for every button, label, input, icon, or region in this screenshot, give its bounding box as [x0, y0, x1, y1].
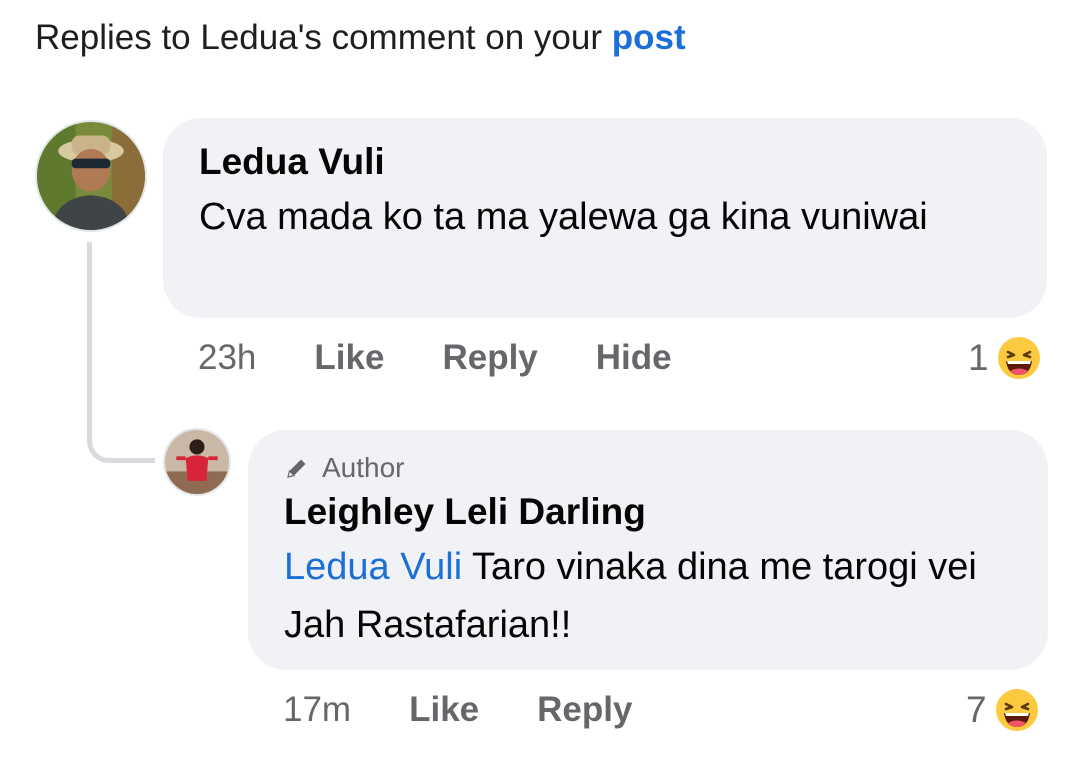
haha-emoji-icon [995, 335, 1042, 381]
avatar[interactable] [35, 120, 147, 232]
author-badge-label: Author [322, 452, 405, 483]
like-button[interactable]: Like [314, 338, 384, 378]
comment-bubble: Ledua Vuli Cva mada ko ta ma yalewa ga k… [163, 118, 1047, 318]
like-button[interactable]: Like [409, 690, 479, 730]
haha-emoji-icon [993, 687, 1040, 733]
reaction-count: 7 [966, 689, 987, 730]
avatar-ledua-image [37, 122, 145, 230]
reply-button[interactable]: Reply [442, 338, 537, 378]
reaction-count: 1 [968, 337, 989, 378]
reply-author-name[interactable]: Leighley Leli Darling [284, 490, 1012, 534]
pencil-icon [287, 459, 306, 478]
reply-bubble: Author Leighley Leli Darling Ledua Vuli … [248, 430, 1048, 670]
reply-button[interactable]: Reply [537, 690, 632, 730]
header-text: Replies to Ledua's comment on your [35, 18, 612, 57]
notification-header: Replies to Ledua's comment on your post [35, 18, 686, 58]
author-badge: Author [284, 448, 1012, 488]
mention-link[interactable]: Ledua Vuli [284, 546, 462, 588]
comment-author-name[interactable]: Ledua Vuli [199, 140, 1011, 184]
hide-button[interactable]: Hide [596, 338, 672, 378]
reply-timestamp[interactable]: 17m [283, 690, 351, 730]
post-link[interactable]: post [612, 18, 686, 57]
comment-reactions[interactable]: 1 [968, 334, 1043, 382]
thread-connector-line [87, 242, 155, 463]
reply-actions: 17m Like Reply [283, 690, 690, 730]
reply-text: Ledua Vuli Taro vinaka dina me tarogi ve… [284, 538, 1004, 654]
avatar-leighley-image [165, 430, 229, 494]
reply-reactions[interactable]: 7 [966, 686, 1041, 734]
avatar[interactable] [163, 428, 231, 496]
comment-text: Cva mada ko ta ma yalewa ga kina vuniwai [199, 196, 928, 238]
comment-timestamp[interactable]: 23h [198, 338, 256, 378]
comment-actions: 23h Like Reply Hide [198, 338, 730, 378]
